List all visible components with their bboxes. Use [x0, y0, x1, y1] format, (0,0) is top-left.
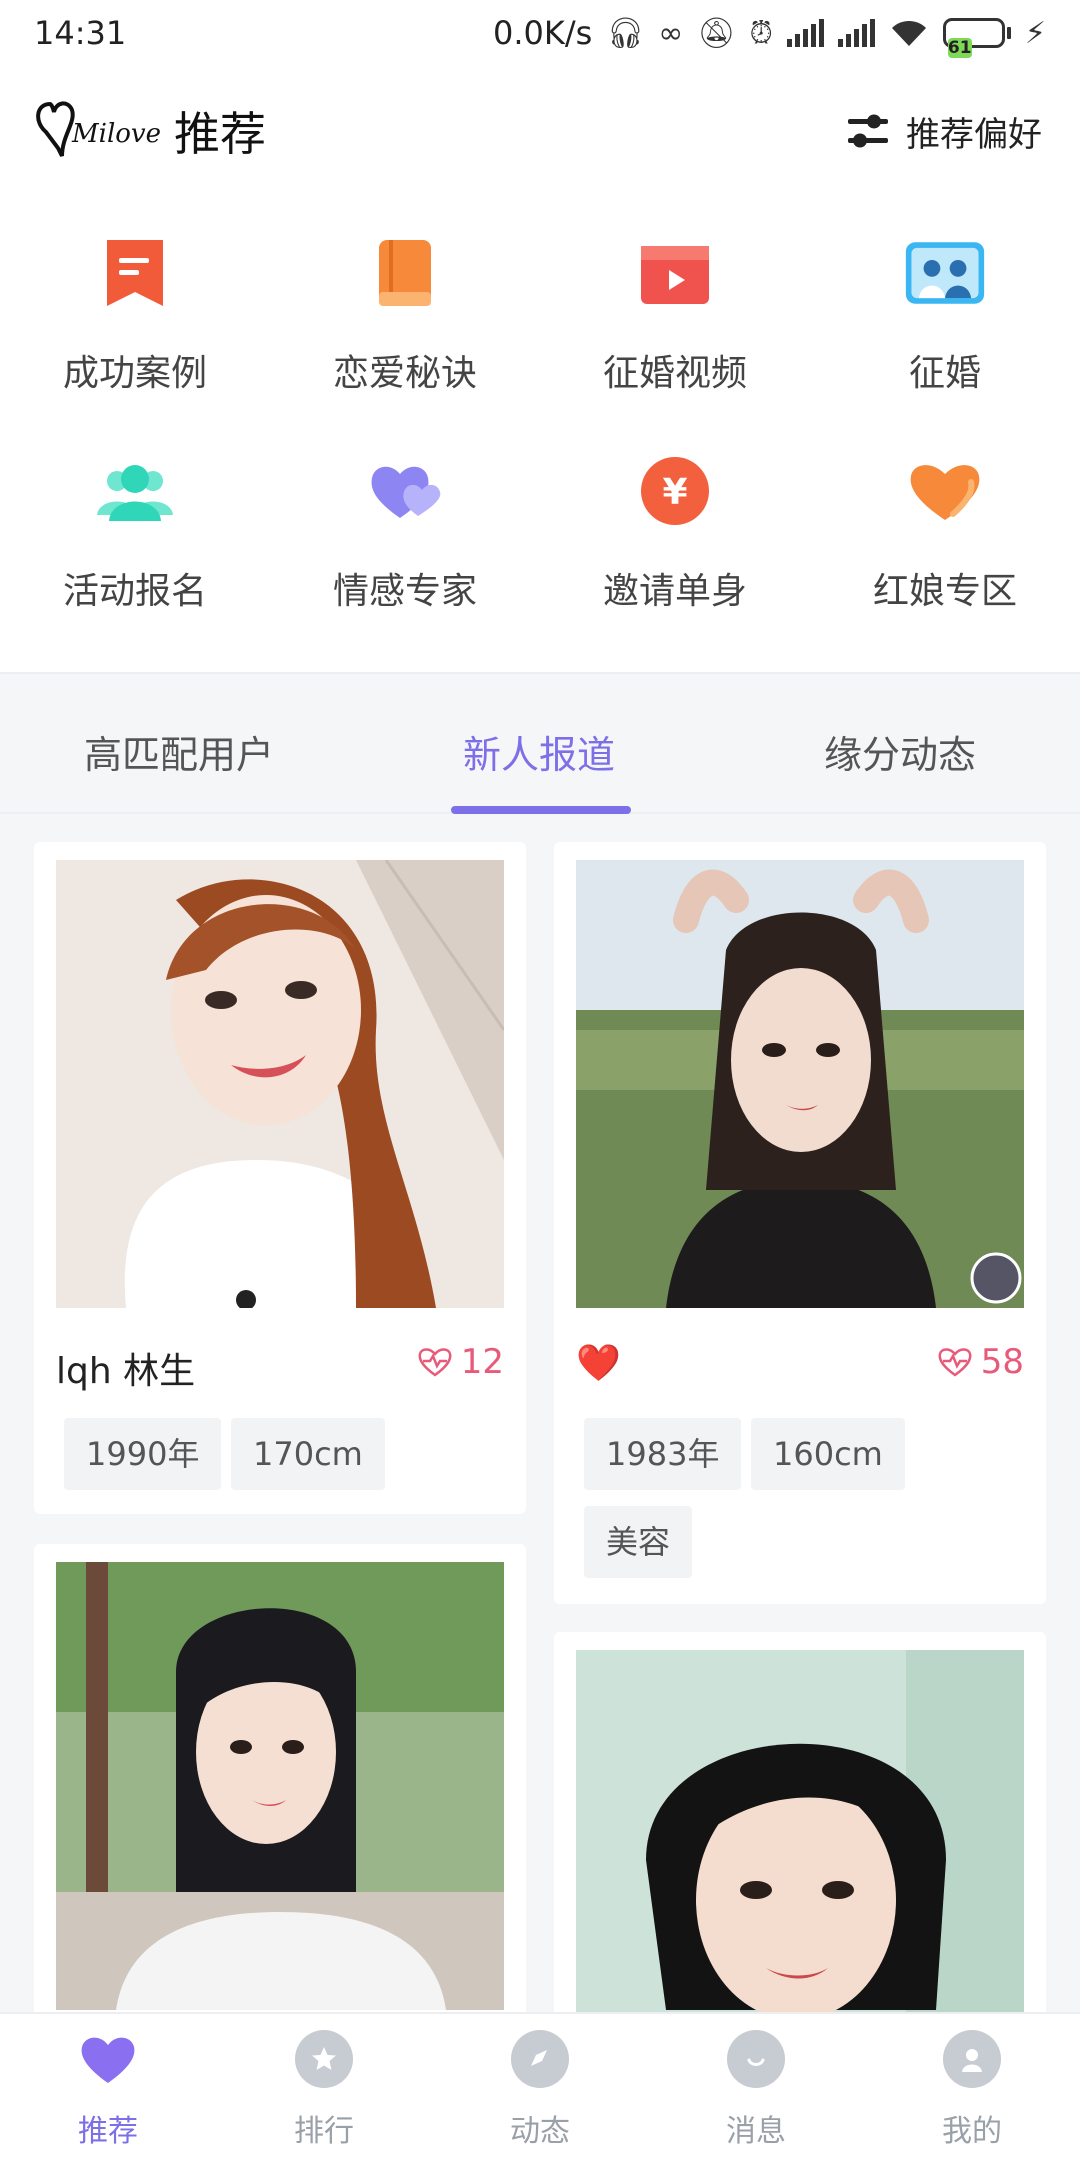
user-icon	[943, 2030, 1001, 2088]
tag-occupation: 美容	[584, 1506, 693, 1578]
category-grid: 成功案例 恋爱秘诀 征婚视频 征婚 活动报名 情感专家 ¥ 邀请单身 红娘专区	[0, 196, 1080, 672]
nav-profile[interactable]: 我的	[864, 2014, 1080, 2160]
category-label: 活动报名	[62, 571, 207, 612]
wifi-icon	[891, 20, 926, 46]
charging-icon: ⚡︎	[1024, 15, 1046, 51]
profile-card[interactable]: ❤️ 58 1983年 160cm 美容	[554, 842, 1046, 1604]
signal-icon	[786, 19, 824, 47]
double-heart-icon	[364, 450, 446, 532]
profile-name: lqh 林生	[56, 1351, 196, 1392]
alarm-icon: ⏰︎	[749, 15, 773, 51]
nav-label: 动态	[510, 2114, 570, 2149]
heart-icon	[904, 450, 986, 532]
book-icon	[364, 232, 446, 314]
category-love-tips[interactable]: 恋爱秘诀	[270, 210, 540, 428]
category-label: 红娘专区	[872, 571, 1017, 612]
status-bar: 14:31 0.0K/s 🎧︎ ∞ 🔕︎ ⏰︎ 61 ⚡︎	[0, 0, 1080, 66]
status-icons: 0.0K/s 🎧︎ ∞ 🔕︎ ⏰︎ 61 ⚡︎	[493, 14, 1046, 58]
category-event-signup[interactable]: 活动报名	[0, 428, 270, 646]
signal-icon-2	[837, 19, 875, 47]
headphones-icon: 🎧︎	[606, 15, 645, 51]
tab-bar: 高匹配用户 新人报道 缘分动态	[0, 672, 1080, 814]
tab-newcomers[interactable]: 新人报道	[463, 724, 615, 779]
tag-height: 170cm	[231, 1418, 385, 1490]
category-label: 恋爱秘诀	[332, 353, 477, 394]
bookmark-icon	[94, 232, 176, 314]
nav-recommend[interactable]: 推荐	[0, 2014, 216, 2160]
logo-text: Milove	[71, 119, 160, 149]
yuan-coin-icon: ¥	[634, 450, 716, 532]
battery-level: 61	[947, 38, 972, 58]
chat-icon	[727, 2030, 785, 2088]
profile-name: ❤️	[576, 1343, 621, 1384]
nav-messages[interactable]: 消息	[648, 2014, 864, 2160]
category-relationship-expert[interactable]: 情感专家	[270, 428, 540, 646]
bottom-nav: 推荐 排行 动态 消息 我的	[0, 2012, 1080, 2160]
group-icon	[94, 450, 176, 532]
profile-photo[interactable]	[56, 1562, 504, 2010]
video-icon	[634, 232, 716, 314]
brand: Milove 推荐	[32, 96, 266, 166]
mute-icon: 🔕︎	[697, 15, 736, 51]
like-count-value: 12	[460, 1342, 504, 1382]
net-speed: 0.0K/s	[493, 14, 593, 52]
category-label: 邀请单身	[602, 571, 747, 612]
filter-sliders-icon	[848, 114, 888, 148]
category-invite-singles[interactable]: ¥ 邀请单身	[540, 428, 810, 646]
profile-photo[interactable]	[56, 860, 504, 1308]
like-count-value: 58	[980, 1342, 1024, 1382]
page-title: 推荐	[174, 107, 266, 161]
category-label: 征婚	[908, 353, 981, 394]
status-time: 14:31	[34, 14, 127, 52]
nav-label: 推荐	[78, 2114, 138, 2149]
heart-outline-icon	[938, 1348, 972, 1377]
category-success-cases[interactable]: 成功案例	[0, 210, 270, 428]
preference-label: 推荐偏好	[906, 114, 1042, 155]
app-header: Milove 推荐 推荐偏好	[0, 66, 1080, 196]
heart-outline-icon	[418, 1348, 452, 1377]
compass-icon	[511, 2030, 569, 2088]
category-label: 征婚视频	[602, 353, 747, 394]
nav-ranking[interactable]: 排行	[216, 2014, 432, 2160]
tab-high-match[interactable]: 高匹配用户	[84, 724, 274, 779]
tag-birth-year: 1983年	[584, 1418, 742, 1490]
category-marriage-video[interactable]: 征婚视频	[540, 210, 810, 428]
link-icon: ∞	[658, 15, 684, 51]
medal-icon	[295, 2030, 353, 2088]
tag-height: 160cm	[751, 1418, 905, 1490]
category-label: 成功案例	[62, 353, 207, 394]
nav-label: 消息	[726, 2114, 786, 2149]
tab-fate-updates[interactable]: 缘分动态	[824, 724, 976, 779]
active-tab-indicator	[451, 806, 631, 814]
nav-label: 我的	[942, 2114, 1002, 2149]
heart-icon	[79, 2030, 137, 2088]
preference-button[interactable]: 推荐偏好	[846, 107, 1042, 156]
battery-icon: 61	[942, 18, 1011, 58]
category-matchmaker-zone[interactable]: 红娘专区	[810, 428, 1080, 646]
svg-text:¥: ¥	[662, 472, 687, 513]
nav-label: 排行	[294, 2114, 354, 2149]
couple-photo-icon	[904, 232, 986, 314]
like-count[interactable]: 58	[937, 1342, 1024, 1382]
category-marriage[interactable]: 征婚	[810, 210, 1080, 428]
milove-logo: Milove	[36, 101, 160, 157]
category-label: 情感专家	[332, 571, 477, 612]
nav-moments[interactable]: 动态	[432, 2014, 648, 2160]
profile-card[interactable]: lqh 林生 12 1990年 170cm	[34, 842, 526, 1514]
profile-photo[interactable]	[576, 860, 1024, 1308]
like-count[interactable]: 12	[417, 1342, 504, 1382]
tag-birth-year: 1990年	[64, 1418, 222, 1490]
